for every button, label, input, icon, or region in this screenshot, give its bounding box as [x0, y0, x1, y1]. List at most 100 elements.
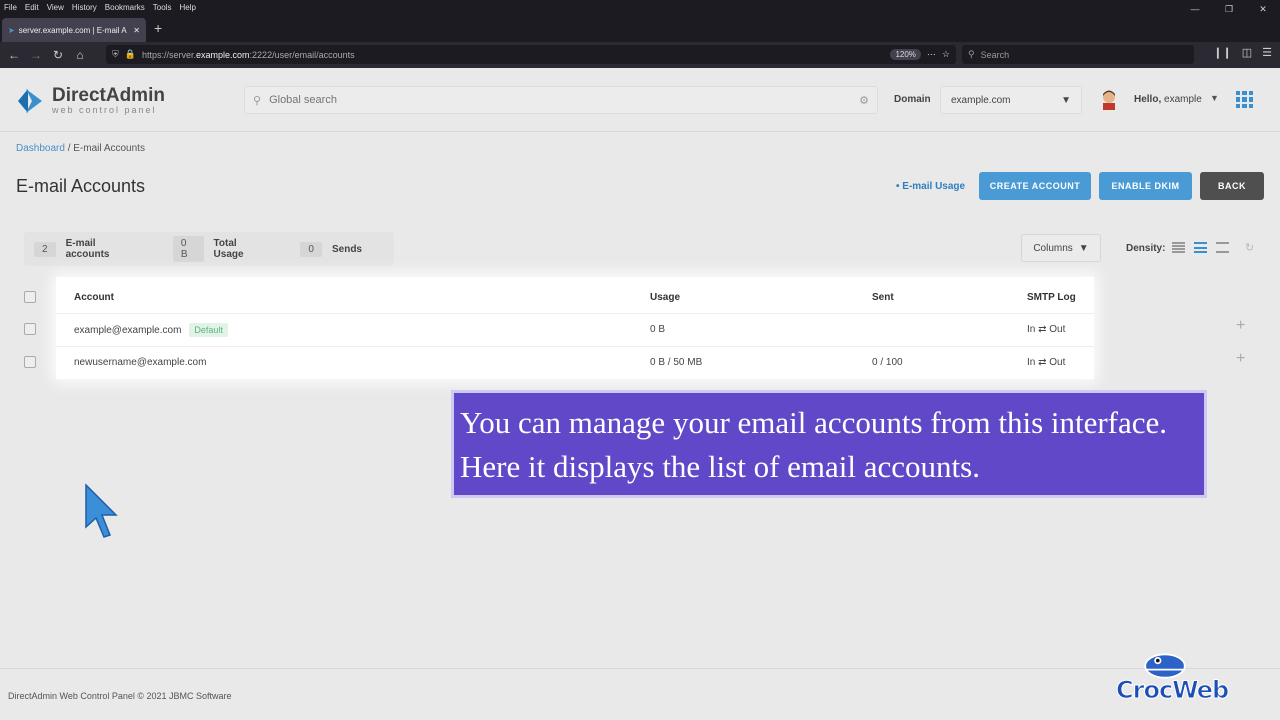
- usage-cell: 0 B: [650, 324, 666, 335]
- header-sent[interactable]: Sent: [872, 292, 894, 303]
- stat-sends-value: 0: [300, 241, 322, 257]
- email-usage-link[interactable]: • E-mail Usage: [896, 181, 965, 192]
- new-tab-icon[interactable]: +: [154, 20, 162, 36]
- accounts-table: Account Usage Sent SMTP Log example@exam…: [56, 277, 1094, 379]
- density-compact-icon[interactable]: [1172, 242, 1185, 253]
- header-usage[interactable]: Usage: [650, 292, 680, 303]
- favicon-icon: ➤: [8, 25, 15, 35]
- directadmin-logo-icon: [18, 89, 42, 113]
- back-arrow-icon[interactable]: ←: [3, 48, 25, 62]
- close-tab-icon[interactable]: ✕: [133, 26, 140, 35]
- columns-label: Columns: [1033, 242, 1073, 254]
- search-icon: ⚲: [253, 94, 262, 107]
- columns-button[interactable]: Columns ▼: [1021, 234, 1101, 262]
- url-text: https://server.example.com:2222/user/ema…: [141, 49, 355, 60]
- app-header: DirectAdmin web control panel ⚲ ⚙ Domain…: [0, 68, 1280, 132]
- create-account-button[interactable]: CREATE ACCOUNT: [979, 172, 1091, 200]
- density-comfortable-icon[interactable]: [1216, 242, 1229, 253]
- expand-row-plus-icon[interactable]: +: [1236, 350, 1245, 368]
- domain-value: example.com: [951, 94, 1011, 106]
- usage-cell: 0 B / 50 MB: [650, 357, 703, 368]
- stat-sends-label: Sends: [331, 243, 362, 255]
- account-cell[interactable]: example@example.com Default: [74, 322, 228, 337]
- account-cell[interactable]: newusername@example.com: [74, 357, 206, 368]
- caret-down-icon: ▼: [1061, 94, 1071, 106]
- caret-down-icon: ▼: [1078, 242, 1089, 254]
- tab-title: server.example.com | E-mail A: [18, 25, 127, 35]
- menu-help[interactable]: Help: [179, 3, 195, 12]
- menu-tools[interactable]: Tools: [153, 3, 172, 12]
- menu-history[interactable]: History: [72, 3, 97, 12]
- caption-line-2: Here it displays the list of email accou…: [460, 449, 980, 484]
- browser-search-box[interactable]: ⚲ Search: [962, 45, 1194, 64]
- watermark-text: CrocWeb: [1115, 676, 1229, 705]
- page-title: E-mail Accounts: [16, 176, 146, 196]
- breadcrumb-dashboard[interactable]: Dashboard: [16, 143, 65, 154]
- logo[interactable]: DirectAdmin web control panel: [16, 84, 165, 118]
- sent-cell: 0 / 100: [872, 357, 903, 368]
- expand-row-plus-icon[interactable]: +: [1236, 317, 1245, 335]
- smtp-log-link[interactable]: In ⇄ Out: [1027, 357, 1065, 368]
- bookmark-star-icon[interactable]: ☆: [942, 49, 950, 60]
- forward-arrow-icon[interactable]: →: [25, 48, 47, 62]
- browser-menubar: File Edit View History Bookmarks Tools H…: [0, 0, 1280, 14]
- browser-tabbar: ➤ server.example.com | E-mail A ✕ +: [0, 14, 1280, 42]
- logo-subtitle: web control panel: [52, 105, 157, 115]
- apps-grid-icon[interactable]: [1236, 91, 1253, 108]
- footer: DirectAdmin Web Control Panel © 2021 JBM…: [0, 668, 1280, 720]
- row-checkbox[interactable]: [24, 356, 36, 368]
- caption-line-1: You can manage your email accounts from …: [460, 405, 1168, 440]
- domain-select[interactable]: example.com ▼: [940, 86, 1082, 114]
- hamburger-menu-icon[interactable]: ☰: [1262, 46, 1272, 59]
- global-search-input[interactable]: [269, 94, 852, 106]
- user-caret-down-icon[interactable]: ▼: [1210, 93, 1219, 103]
- menu-view[interactable]: View: [47, 3, 64, 12]
- library-icon[interactable]: ❙❙: [1213, 46, 1231, 59]
- stat-usage-label: Total Usage: [213, 238, 244, 260]
- stat-usage-value: 0 B: [172, 236, 204, 262]
- browser-search-placeholder: Search: [980, 49, 1010, 60]
- default-badge: Default: [189, 322, 228, 337]
- avatar[interactable]: [1098, 88, 1120, 110]
- stat-accounts-count: 2: [34, 241, 56, 257]
- header-account[interactable]: Account: [74, 292, 114, 303]
- lock-icon: 🔒: [124, 49, 136, 59]
- density-label: Density:: [1126, 243, 1166, 254]
- footer-text: DirectAdmin Web Control Panel © 2021 JBM…: [8, 691, 232, 701]
- menu-file[interactable]: File: [4, 3, 17, 12]
- more-icon[interactable]: ⋯: [927, 49, 936, 60]
- table-row[interactable]: newusername@example.com 0 B / 50 MB 0 / …: [56, 346, 1094, 378]
- search-icon: ⚲: [968, 49, 975, 59]
- menu-bookmarks[interactable]: Bookmarks: [105, 3, 145, 12]
- home-icon[interactable]: ⌂: [69, 48, 91, 62]
- row-checkbox[interactable]: [24, 323, 36, 335]
- table-row[interactable]: example@example.com Default 0 B In ⇄ Out: [56, 313, 1094, 345]
- breadcrumb-current: E-mail Accounts: [73, 143, 145, 154]
- zoom-level[interactable]: 120%: [890, 49, 921, 60]
- browser-tab[interactable]: ➤ server.example.com | E-mail A ✕: [2, 18, 146, 42]
- reload-icon[interactable]: ↻: [47, 48, 69, 62]
- density-normal-icon[interactable]: [1194, 242, 1207, 253]
- shield-icon: ⛨: [112, 49, 119, 59]
- gear-icon[interactable]: ⚙: [859, 94, 869, 107]
- crocweb-watermark: CrocWeb: [1114, 648, 1246, 712]
- density-options: [1172, 242, 1229, 253]
- stat-accounts-label: E-mail accounts: [65, 238, 110, 260]
- logo-name: DirectAdmin: [52, 85, 165, 106]
- stats-bar: 2 E-mail accounts 0 B Total Usage 0 Send…: [24, 232, 394, 266]
- smtp-log-link[interactable]: In ⇄ Out: [1027, 324, 1065, 335]
- global-search-box: ⚲ ⚙: [244, 86, 878, 114]
- header-smtp-log[interactable]: SMTP Log: [1027, 292, 1076, 303]
- select-all-checkbox[interactable]: [24, 291, 36, 303]
- tutorial-caption: You can manage your email accounts from …: [451, 390, 1207, 498]
- table-header-row: Account Usage Sent SMTP Log: [56, 281, 1094, 313]
- enable-dkim-button[interactable]: ENABLE DKIM: [1099, 172, 1192, 200]
- breadcrumb: Dashboard / E-mail Accounts: [16, 143, 145, 154]
- back-button[interactable]: BACK: [1200, 172, 1264, 200]
- refresh-icon[interactable]: ↻: [1245, 241, 1254, 254]
- sidebar-icon[interactable]: ◫: [1242, 46, 1252, 59]
- user-greeting[interactable]: Hello, example: [1134, 94, 1202, 105]
- browser-navbar: ← → ↻ ⌂ ⛨ 🔒 https://server.example.com:2…: [0, 42, 1280, 68]
- menu-edit[interactable]: Edit: [25, 3, 39, 12]
- url-bar[interactable]: ⛨ 🔒 https://server.example.com:2222/user…: [106, 45, 956, 64]
